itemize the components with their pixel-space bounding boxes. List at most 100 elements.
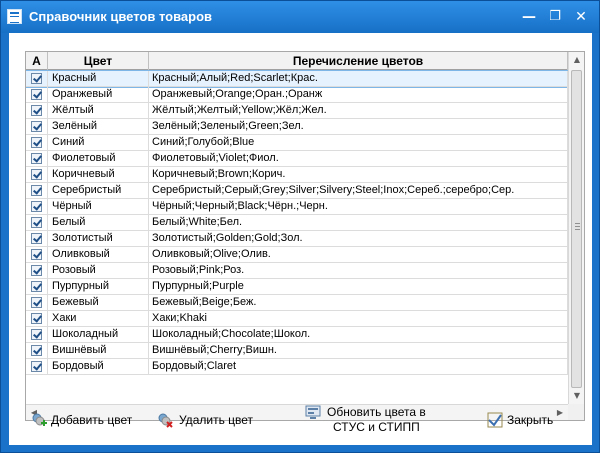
table-row[interactable]: Оливковый Оливковый;Olive;Олив. <box>26 247 568 263</box>
color-name-cell[interactable]: Хаки <box>48 311 149 326</box>
active-checkbox[interactable] <box>31 105 42 116</box>
color-name-cell[interactable]: Золотистый <box>48 231 149 246</box>
table-row[interactable]: Серебристый Серебристый;Серый;Grey;Silver… <box>26 183 568 199</box>
column-header-active[interactable]: A <box>26 52 48 70</box>
delete-color-button[interactable]: Удалить цвет <box>157 403 267 437</box>
color-name-cell[interactable]: Оливковый <box>48 247 149 262</box>
color-list-cell[interactable]: Синий;Голубой;Blue <box>149 135 568 150</box>
color-name-cell[interactable]: Чёрный <box>48 199 149 214</box>
color-name-cell[interactable]: Синий <box>48 135 149 150</box>
active-checkbox[interactable] <box>31 201 42 212</box>
table-row[interactable]: Белый Белый;White;Бел. <box>26 215 568 231</box>
color-name-cell[interactable]: Бордовый <box>48 359 149 374</box>
active-cell <box>26 71 48 86</box>
color-list-cell[interactable]: Жёлтый;Желтый;Yellow;Жёл;Жел. <box>149 103 568 118</box>
color-list-cell[interactable]: Оливковый;Olive;Олив. <box>149 247 568 262</box>
column-header-color-list[interactable]: Перечисление цветов <box>149 52 568 70</box>
color-name-cell[interactable]: Зелёный <box>48 119 149 134</box>
color-name-cell[interactable]: Красный <box>48 71 149 86</box>
table-row[interactable]: Красный Красный;Алый;Red;Scarlet;Крас. <box>26 70 569 88</box>
table-row[interactable]: Жёлтый Жёлтый;Желтый;Yellow;Жёл;Жел. <box>26 103 568 119</box>
color-name-cell[interactable]: Пурпурный <box>48 279 149 294</box>
color-list-cell[interactable]: Бордовый;Claret <box>149 359 568 374</box>
color-name-cell[interactable]: Бежевый <box>48 295 149 310</box>
color-name-cell[interactable]: Вишнёвый <box>48 343 149 358</box>
minimize-button[interactable]: — <box>519 7 539 27</box>
active-cell <box>26 167 48 182</box>
table-row[interactable]: Хаки Хаки;Khaki <box>26 311 568 327</box>
active-cell <box>26 311 48 326</box>
color-list-cell[interactable]: Шоколадный;Chocolate;Шокол. <box>149 327 568 342</box>
grip-icon <box>575 223 580 230</box>
active-checkbox[interactable] <box>31 265 42 276</box>
maximize-button[interactable]: ❐ <box>545 7 565 27</box>
active-checkbox[interactable] <box>31 361 42 372</box>
grid-rows: Красный Красный;Алый;Red;Scarlet;Крас. Ора… <box>26 70 569 375</box>
table-row[interactable]: Чёрный Чёрный;Черный;Black;Чёрн.;Черн. <box>26 199 568 215</box>
active-checkbox[interactable] <box>31 233 42 244</box>
table-row[interactable]: Бордовый Бордовый;Claret <box>26 359 568 375</box>
table-row[interactable]: Оранжевый Оранжевый;Orange;Оран.;Оранж <box>26 87 568 103</box>
table-row[interactable]: Синий Синий;Голубой;Blue <box>26 135 568 151</box>
active-checkbox[interactable] <box>31 345 42 356</box>
active-checkbox[interactable] <box>31 329 42 340</box>
color-list-cell[interactable]: Красный;Алый;Red;Scarlet;Крас. <box>149 71 568 86</box>
active-checkbox[interactable] <box>31 185 42 196</box>
active-checkbox[interactable] <box>31 121 42 132</box>
color-name-cell[interactable]: Шоколадный <box>48 327 149 342</box>
color-name-cell[interactable]: Жёлтый <box>48 103 149 118</box>
active-checkbox[interactable] <box>31 153 42 164</box>
close-button[interactable]: Закрыть <box>487 403 567 437</box>
color-list-cell[interactable]: Розовый;Pink;Роз. <box>149 263 568 278</box>
table-row[interactable]: Зелёный Зелёный;Зеленый;Green;Зел. <box>26 119 568 135</box>
vertical-scroll-thumb[interactable] <box>571 70 582 388</box>
active-cell <box>26 279 48 294</box>
delete-color-label: Удалить цвет <box>179 413 254 427</box>
color-name-cell[interactable]: Оранжевый <box>48 87 149 102</box>
color-list-cell[interactable]: Фиолетовый;Violet;Фиол. <box>149 151 568 166</box>
update-colors-button[interactable]: Обновить цвета в СТУС и СТИПП <box>305 403 435 437</box>
color-name-cell[interactable]: Фиолетовый <box>48 151 149 166</box>
color-list-cell[interactable]: Зелёный;Зеленый;Green;Зел. <box>149 119 568 134</box>
active-checkbox[interactable] <box>31 137 42 148</box>
color-list-cell[interactable]: Белый;White;Бел. <box>149 215 568 230</box>
active-cell <box>26 135 48 150</box>
color-list-cell[interactable]: Чёрный;Черный;Black;Чёрн.;Черн. <box>149 199 568 214</box>
active-checkbox[interactable] <box>31 169 42 180</box>
active-checkbox[interactable] <box>31 313 42 324</box>
color-list-cell[interactable]: Пурпурный;Purple <box>149 279 568 294</box>
scroll-up-icon[interactable]: ▲ <box>569 52 584 68</box>
color-name-cell[interactable]: Розовый <box>48 263 149 278</box>
table-row[interactable]: Пурпурный Пурпурный;Purple <box>26 279 568 295</box>
active-cell <box>26 263 48 278</box>
table-row[interactable]: Бежевый Бежевый;Beige;Беж. <box>26 295 568 311</box>
color-list-cell[interactable]: Коричневый;Brown;Корич. <box>149 167 568 182</box>
color-name-cell[interactable]: Белый <box>48 215 149 230</box>
color-list-cell[interactable]: Золотистый;Golden;Gold;Зол. <box>149 231 568 246</box>
active-checkbox[interactable] <box>31 249 42 260</box>
vertical-scrollbar[interactable]: ▲ ▼ <box>568 52 584 404</box>
color-list-cell[interactable]: Вишнёвый;Cherry;Вишн. <box>149 343 568 358</box>
color-list-cell[interactable]: Бежевый;Beige;Беж. <box>149 295 568 310</box>
color-list-cell[interactable]: Оранжевый;Orange;Оран.;Оранж <box>149 87 568 102</box>
active-checkbox[interactable] <box>31 89 42 100</box>
table-row[interactable]: Коричневый Коричневый;Brown;Корич. <box>26 167 568 183</box>
color-name-cell[interactable]: Коричневый <box>48 167 149 182</box>
title-bar[interactable]: Справочник цветов товаров — ❐ ✕ <box>1 1 599 33</box>
table-row[interactable]: Золотистый Золотистый;Golden;Gold;Зол. <box>26 231 568 247</box>
color-name-cell[interactable]: Серебристый <box>48 183 149 198</box>
scroll-down-icon[interactable]: ▼ <box>569 388 584 404</box>
active-checkbox[interactable] <box>31 281 42 292</box>
table-row[interactable]: Розовый Розовый;Pink;Роз. <box>26 263 568 279</box>
table-row[interactable]: Вишнёвый Вишнёвый;Cherry;Вишн. <box>26 343 568 359</box>
table-row[interactable]: Фиолетовый Фиолетовый;Violet;Фиол. <box>26 151 568 167</box>
close-window-button[interactable]: ✕ <box>571 7 591 27</box>
active-checkbox[interactable] <box>31 217 42 228</box>
table-row[interactable]: Шоколадный Шоколадный;Chocolate;Шокол. <box>26 327 568 343</box>
active-checkbox[interactable] <box>31 73 42 84</box>
color-list-cell[interactable]: Хаки;Khaki <box>149 311 568 326</box>
active-checkbox[interactable] <box>31 297 42 308</box>
color-list-cell[interactable]: Серебристый;Серый;Grey;Silver;Silvery;St… <box>149 183 568 198</box>
column-header-color[interactable]: Цвет <box>48 52 149 70</box>
add-color-button[interactable]: Добавить цвет <box>31 403 141 437</box>
